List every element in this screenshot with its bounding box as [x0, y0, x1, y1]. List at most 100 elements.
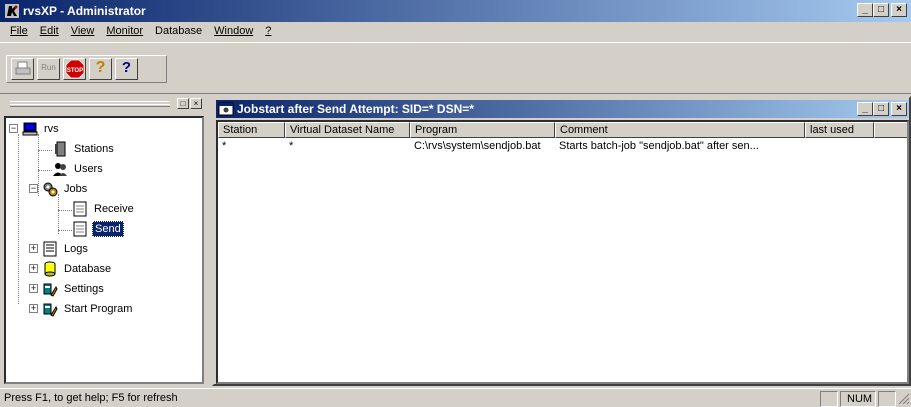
expander-rvs[interactable]: −	[9, 124, 18, 133]
tree-view[interactable]: − rvs Stations Users − Jobs Receive Send…	[4, 116, 204, 384]
table-cell-station[interactable]: *	[218, 140, 285, 154]
context-help-button[interactable]: ?	[115, 58, 138, 80]
column-header-last-used[interactable]: last used	[805, 122, 874, 138]
expander-start-program[interactable]: +	[29, 304, 38, 313]
status-bar: Press F1, to get help; F5 for refresh NU…	[0, 388, 911, 407]
tree-item-receive[interactable]: Receive	[72, 200, 136, 218]
menu-database[interactable]: Database	[149, 22, 208, 42]
tree-label-rvs: rvs	[44, 123, 59, 135]
stop-sign-icon: STOP	[65, 59, 84, 79]
column-header-comment[interactable]: Comment	[555, 122, 805, 138]
navigation-pane: □ × − rvs Stations Users − Jobs Receive …	[4, 96, 204, 384]
logs-icon	[43, 241, 57, 257]
tree-label-receive: Receive	[94, 203, 134, 215]
child-minimize-button[interactable]: _	[857, 102, 873, 116]
tree-item-rvs[interactable]: rvs	[22, 120, 61, 138]
expander-logs[interactable]: +	[29, 244, 38, 253]
start-program-icon	[43, 303, 58, 317]
tree-item-logs[interactable]: Logs	[42, 240, 90, 258]
pane-restore-button[interactable]: □	[177, 98, 189, 109]
resize-grip-icon[interactable]	[898, 393, 910, 405]
menu-edit[interactable]: Edit	[34, 22, 65, 42]
child-title: Jobstart after Send Attempt: SID=* DSN=*	[237, 102, 474, 116]
jobs-list[interactable]: Station Virtual Dataset Name Program Com…	[216, 120, 909, 384]
tree-label-settings: Settings	[64, 283, 104, 295]
table-cell-comment[interactable]: Starts batch-job "sendjob.bat" after sen…	[555, 140, 805, 154]
tree-item-settings[interactable]: Settings	[42, 280, 106, 298]
column-header-virtual-dataset-name[interactable]: Virtual Dataset Name	[285, 122, 410, 138]
table-cell-last-used[interactable]	[805, 140, 874, 154]
expander-settings[interactable]: +	[29, 284, 38, 293]
jobstart-window: Jobstart after Send Attempt: SID=* DSN=*…	[212, 96, 911, 386]
tree-item-users[interactable]: Users	[52, 160, 105, 178]
stations-icon	[55, 141, 66, 157]
tree-item-database[interactable]: Database	[42, 260, 113, 278]
tree-line	[58, 194, 59, 234]
status-num-indicator: NUM	[840, 391, 876, 407]
status-panel-empty	[820, 391, 838, 407]
table-cell-program[interactable]: C:\rvs\system\sendjob.bat	[410, 140, 555, 154]
minimize-button[interactable]: _	[857, 3, 873, 17]
tree-line	[18, 134, 19, 304]
app-titlebar: rvsXP - Administrator _ □ ×	[0, 0, 911, 22]
stop-button[interactable]: STOP	[63, 58, 86, 80]
print-button[interactable]	[11, 58, 34, 80]
menu-monitor[interactable]: Monitor	[100, 22, 149, 42]
settings-tools-icon	[43, 283, 58, 297]
tree-label-logs: Logs	[64, 243, 88, 255]
stop-label: STOP	[66, 68, 82, 74]
tree-item-stations[interactable]: Stations	[52, 140, 116, 158]
tree-label-database: Database	[64, 263, 112, 275]
tree-item-jobs[interactable]: Jobs	[42, 180, 89, 198]
maximize-button[interactable]: □	[873, 3, 889, 17]
print-icon	[15, 61, 30, 75]
column-header-station[interactable]: Station	[218, 122, 285, 138]
tree-label-start-program: Start Program	[64, 303, 133, 315]
tree-line	[38, 134, 39, 196]
context-help-icon: ?	[121, 59, 132, 76]
run-label: Run	[41, 63, 56, 72]
tree-line	[58, 210, 72, 211]
tree-line	[58, 230, 72, 231]
column-header-program[interactable]: Program	[410, 122, 555, 138]
document-icon	[73, 201, 87, 217]
status-panel-empty-2	[878, 391, 896, 407]
toolbar-group: Run STOP ? ?	[6, 55, 167, 83]
toolbar: Run STOP ? ?	[0, 42, 911, 94]
column-header-empty	[874, 122, 907, 138]
rvs-app-icon	[5, 4, 19, 18]
run-button[interactable]: Run	[37, 58, 60, 80]
pane-grip-2	[10, 104, 170, 107]
close-button[interactable]: ×	[891, 3, 907, 17]
pane-close-button[interactable]: ×	[190, 98, 202, 109]
tree-item-send[interactable]: Send	[72, 220, 124, 238]
tree-item-start-program[interactable]: Start Program	[42, 300, 134, 318]
tree-label-jobs: Jobs	[64, 183, 88, 195]
app-title: rvsXP - Administrator	[23, 4, 146, 18]
child-titlebar: Jobstart after Send Attempt: SID=* DSN=*…	[216, 100, 909, 118]
computer-icon	[22, 122, 38, 136]
pane-header: □ ×	[4, 96, 204, 112]
child-close-button[interactable]: ×	[891, 102, 907, 116]
child-maximize-button[interactable]: □	[873, 102, 889, 116]
expander-jobs[interactable]: −	[29, 184, 38, 193]
tree-label-send: Send	[92, 221, 124, 237]
tree-label-stations: Stations	[74, 143, 114, 155]
menu-file[interactable]: File	[4, 22, 34, 42]
expander-database[interactable]: +	[29, 264, 38, 273]
table-cell-dataset[interactable]: *	[285, 140, 410, 154]
users-icon	[53, 163, 67, 176]
help-button[interactable]: ?	[89, 58, 112, 80]
menu-view[interactable]: View	[65, 22, 101, 42]
tree-line	[38, 150, 52, 151]
menu-window[interactable]: Window	[208, 22, 259, 42]
status-text: Press F1, to get help; F5 for refresh	[4, 392, 178, 404]
window-icon	[218, 102, 234, 116]
document-icon	[73, 221, 87, 237]
tree-label-users: Users	[74, 163, 103, 175]
jobs-gears-icon	[43, 182, 58, 197]
database-icon	[44, 261, 56, 277]
menu-help[interactable]: ?	[259, 22, 277, 42]
tree-line	[38, 170, 52, 171]
help-icon: ?	[95, 59, 106, 76]
